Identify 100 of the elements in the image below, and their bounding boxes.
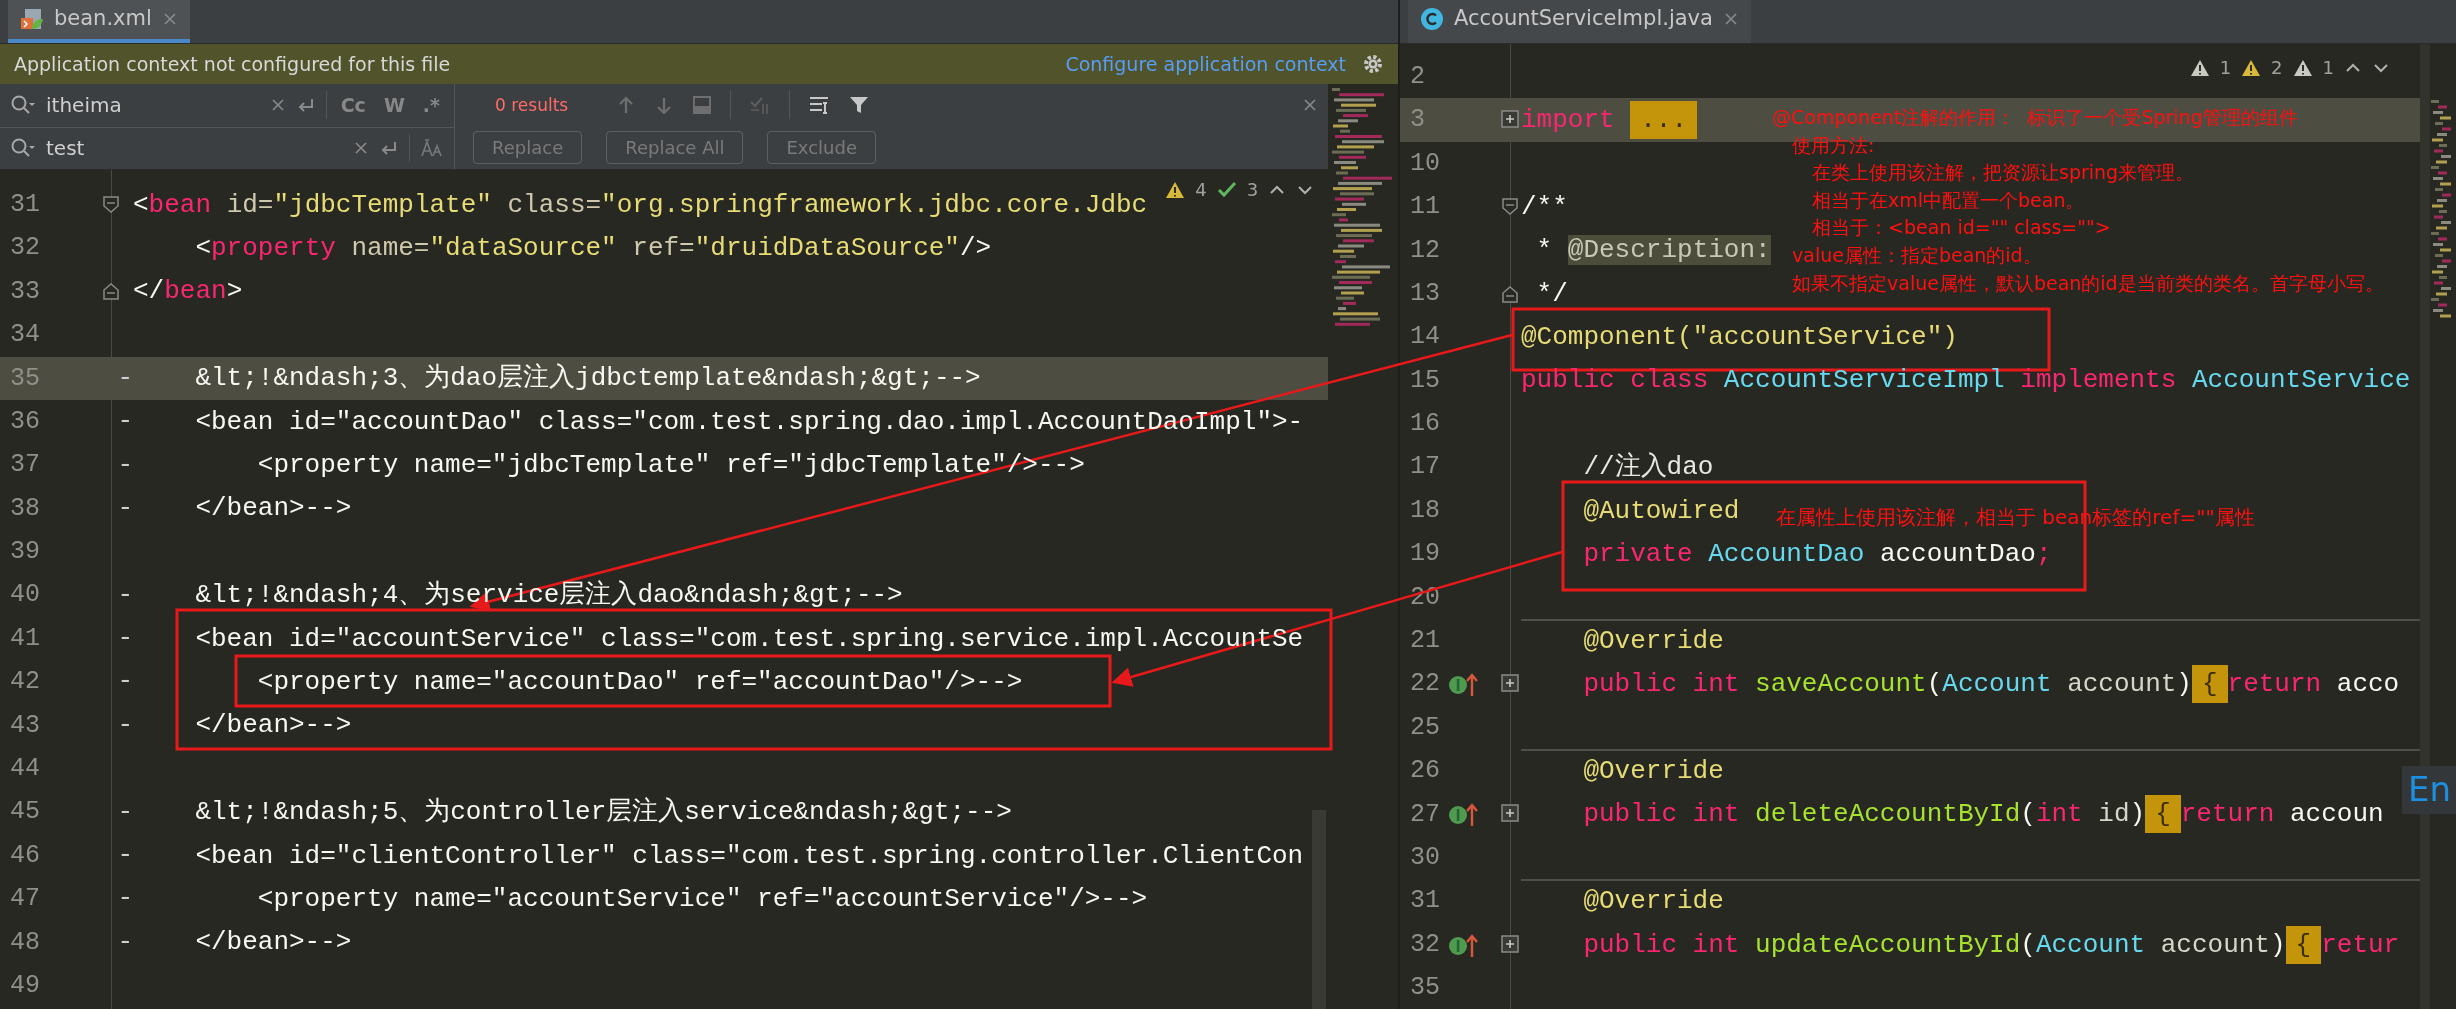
change-marker: - [117, 578, 133, 612]
line-number: 22 [1409, 668, 1441, 701]
change-marker: - [117, 925, 133, 959]
inspection-count: 2 [2271, 56, 2283, 80]
file-tab[interactable]: AccountServiceImpl.java [1408, 0, 1751, 43]
code-line: </bean>--> [195, 927, 352, 958]
line-number: 14 [1409, 321, 1441, 354]
filter-lines-icon[interactable] [808, 94, 831, 117]
annotation-text: @Component注解的作用： 标识了一个受Spring管理的组件 [1772, 105, 2299, 130]
code-line: */ [1536, 278, 1568, 309]
banner-message: Application context not configured for this file [14, 51, 451, 77]
file-tab[interactable]: bean.xml [8, 0, 190, 43]
line-number: 25 [1409, 711, 1441, 744]
search-field[interactable]: itheima [46, 90, 236, 121]
configure-link[interactable]: Configure application context [1065, 49, 1346, 79]
line-number: 32 [9, 232, 41, 265]
settings-icon[interactable] [1362, 53, 1384, 75]
line-number: 41 [9, 622, 41, 655]
input-method-indicator[interactable]: En [2402, 766, 2456, 814]
inspection-count: 1 [2219, 56, 2232, 80]
change-marker: - [117, 839, 133, 873]
code-line: </bean> [133, 276, 243, 307]
change-marker: - [117, 448, 133, 482]
line-number: 2 [1409, 60, 1426, 93]
change-marker: - [117, 795, 133, 829]
circle-up-arrow-icon[interactable] [1448, 801, 1480, 828]
line-number: 45 [9, 796, 41, 829]
line-number: 18 [1409, 494, 1441, 527]
line-number: 33 [9, 275, 41, 308]
change-marker: - [117, 708, 133, 742]
line-number: 37 [9, 449, 41, 482]
line-number: 31 [1409, 885, 1441, 918]
replace-field[interactable]: test [46, 133, 236, 164]
option-toggle[interactable]: Cc [336, 91, 370, 120]
option-toggle[interactable]: .* [418, 91, 444, 120]
code-line: <property name="accountDao" ref="accountDao"/>--> [257, 667, 1023, 697]
line-number: 39 [9, 536, 41, 569]
annotation-text: value属性：指定bean的id。 [1792, 242, 2043, 268]
line-number: 47 [9, 883, 41, 916]
inspection-count: 4 [1195, 178, 1207, 202]
file-icon [20, 7, 44, 31]
code-line: &lt;!&ndash;5、为controller层注入service&ndash;&gt;--> [195, 797, 1012, 828]
code-line: @Override [1583, 625, 1724, 656]
close-icon[interactable] [161, 11, 178, 27]
line-number: 10 [1409, 147, 1441, 180]
preserve-case-icon[interactable] [420, 138, 444, 159]
results-count: 0 results [495, 93, 569, 117]
code-line: </bean>--> [195, 493, 352, 524]
fold-marker-icon[interactable] [1501, 196, 1519, 217]
code-line: <bean id="clientController" class="com.test.spring.controller.ClientCon [195, 840, 1304, 871]
line-number: 32 [1409, 928, 1441, 961]
circle-up-arrow-icon[interactable] [1448, 671, 1480, 698]
inspection-count: 3 [1246, 178, 1259, 202]
annotation-text: 相当于：<bean id="" class=""> [1812, 215, 2112, 241]
option-toggle[interactable]: W [379, 91, 409, 120]
line-number: 30 [1409, 841, 1441, 874]
line-number: 36 [9, 405, 41, 438]
code-line: /** [1521, 191, 1568, 222]
fold-marker-icon[interactable] [102, 281, 120, 302]
expand-icon[interactable] [1501, 110, 1519, 131]
change-marker: - [117, 405, 133, 439]
line-number: 26 [1409, 755, 1441, 788]
line-number: 38 [9, 492, 41, 525]
code-line: <bean id="jdbcTemplate" class="org.springframework.jdbc.core.Jdbc [133, 189, 1148, 220]
expand-icon[interactable] [1501, 934, 1519, 955]
line-number: 3 [1409, 104, 1426, 137]
line-number: 12 [1409, 234, 1441, 267]
expand-icon[interactable] [1501, 674, 1519, 695]
line-number: 13 [1409, 277, 1441, 310]
change-marker: - [117, 361, 133, 395]
line-number: 11 [1409, 191, 1441, 224]
line-number: 19 [1409, 538, 1441, 571]
code-line: private AccountDao accountDao; [1583, 539, 2052, 569]
line-number: 43 [9, 709, 41, 742]
line-number: 40 [9, 579, 41, 612]
line-number: 48 [9, 926, 41, 959]
line-number: 44 [9, 753, 41, 785]
code-line: @Override [1583, 755, 1724, 786]
line-number: 42 [9, 666, 41, 699]
code-line: @Component("accountService") [1521, 322, 1958, 353]
annotation-text: 相当于在xml中配置一个bean。 [1812, 187, 2086, 213]
line-number: 34 [9, 319, 41, 352]
line-number: 27 [1409, 798, 1441, 831]
change-marker: - [117, 882, 133, 916]
line-number: 46 [9, 839, 41, 872]
code-line: @Override [1583, 886, 1724, 917]
expand-icon[interactable] [1501, 804, 1519, 825]
inspection-count: 1 [2322, 56, 2334, 80]
line-number: 49 [9, 969, 41, 1002]
check-icon[interactable] [1216, 179, 1237, 200]
close-icon[interactable] [1722, 11, 1739, 27]
change-marker: - [117, 665, 133, 699]
change-marker: - [117, 622, 133, 656]
code-line: * @Description: [1536, 235, 1771, 266]
minimap-drawing[interactable] [1332, 88, 1395, 328]
fold-marker-icon[interactable] [102, 194, 120, 215]
annotation-text: 如果不指定value属性，默认bean的id是当前类的类名。首字母小写。 [1792, 270, 2384, 296]
line-number: 21 [1409, 625, 1441, 657]
line-number: 15 [1409, 364, 1441, 397]
fold-marker-icon[interactable] [1501, 283, 1519, 304]
